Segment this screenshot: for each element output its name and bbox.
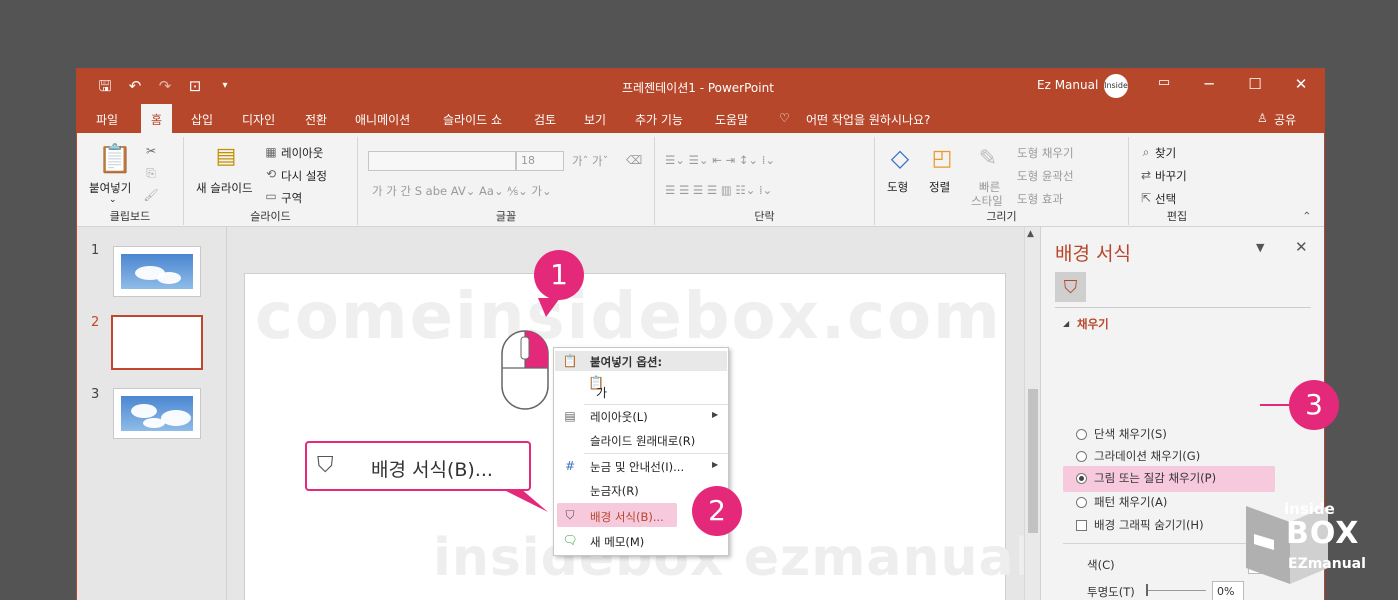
layout-menu-icon: ▤ [564,409,576,423]
submenu-arrow-icon-2: ▶ [712,460,719,469]
logo-line2: BOX [1286,516,1360,551]
callout-label: 배경 서식(B)... [371,459,493,481]
format-background-callout: ⛉ 배경 서식(B)... [305,441,531,491]
paste-options-label: 붙여넣기 옵션: [590,355,663,369]
insidebox-logo: inside BOX EZmanual [1244,500,1374,584]
submenu-arrow-icon: ▶ [712,410,719,419]
grid-icon: # [564,459,576,473]
menu-grid-guides[interactable]: 눈금 및 안내선(I)... [590,459,684,475]
badge-1-pointer [538,298,560,317]
step-badge-2: 2 [692,486,742,536]
menu-reset-slide[interactable]: 슬라이드 원래대로(R) [590,433,695,449]
menu-ruler[interactable]: 눈금자(R) [590,483,639,499]
new-comment-icon: 🗨 [562,533,578,547]
step-badge-3: 3 [1289,380,1339,430]
paste-keep-text-icon[interactable]: 📋 가 [588,376,610,400]
menu-new-comment[interactable]: 새 메모(M) [590,534,644,550]
format-background-icon: ⛉ [565,507,575,522]
logo-line3: EZmanual [1288,556,1366,572]
callout-fill-icon: ⛉ [317,453,334,478]
menu-format-background[interactable]: 배경 서식(B)... [590,509,664,525]
menu-layout[interactable]: 레이아웃(L) [590,409,648,425]
callout-pointer [500,488,548,512]
step-badge-1: 1 [534,250,584,300]
paste-options-icon-fg: 📋 [562,354,578,368]
paste-keep-text-label[interactable]: 가 [596,384,607,401]
